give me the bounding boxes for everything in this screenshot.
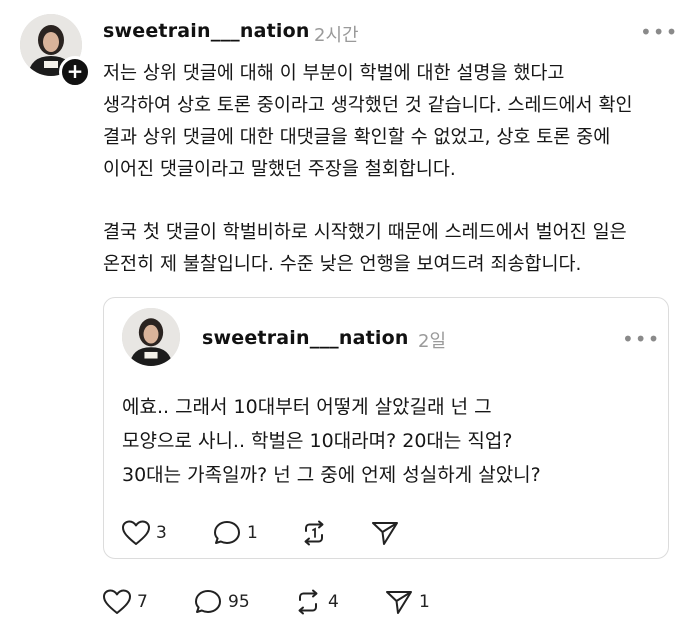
- quoted-avatar[interactable]: [122, 308, 180, 366]
- like-button[interactable]: 7: [103, 589, 148, 615]
- repost-icon: [294, 589, 322, 615]
- quoted-repost-button[interactable]: [300, 520, 328, 546]
- send-icon: [385, 589, 413, 615]
- more-dots-icon[interactable]: •••: [640, 20, 678, 44]
- send-icon: [371, 520, 399, 546]
- repost-count: 4: [328, 592, 339, 612]
- post-timestamp: 2시간: [314, 25, 359, 46]
- post-paragraph-2: 결국 첫 댓글이 학벌비하로 시작했기 때문에 스레드에서 벌어진 일은 온전히…: [103, 222, 627, 275]
- follow-plus-icon[interactable]: +: [59, 56, 91, 88]
- heart-icon: [122, 520, 150, 546]
- quoted-timestamp: 2일: [418, 331, 447, 352]
- quoted-username[interactable]: sweetrain___nation: [202, 327, 409, 349]
- quoted-comment-button[interactable]: 1: [213, 520, 258, 546]
- comment-bubble-icon: [213, 520, 241, 546]
- repost-button[interactable]: 4: [294, 589, 339, 615]
- comment-button[interactable]: 95: [194, 589, 250, 615]
- repost-icon: [300, 520, 328, 546]
- quoted-like-count: 3: [156, 523, 167, 543]
- post-username[interactable]: sweetrain___nation: [103, 20, 310, 42]
- heart-icon: [103, 589, 131, 615]
- quoted-share-button[interactable]: [371, 520, 399, 546]
- comment-count: 95: [228, 592, 250, 612]
- comment-bubble-icon: [194, 589, 222, 615]
- quoted-like-button[interactable]: 3: [122, 520, 167, 546]
- post-paragraph-1: 저는 상위 댓글에 대해 이 부분이 학벌에 대한 설명을 했다고 생각하여 상…: [103, 63, 633, 180]
- quoted-comment-count: 1: [247, 523, 258, 543]
- quoted-text: 에효.. 그래서 10대부터 어떻게 살았길래 넌 그 모양으로 사니.. 학벌…: [122, 396, 541, 486]
- share-count: 1: [419, 592, 430, 612]
- quoted-post-card[interactable]: sweetrain___nation 2일 ••• 에효.. 그래서 10대부터…: [103, 297, 669, 559]
- quoted-more-dots-icon[interactable]: •••: [622, 327, 660, 351]
- share-button[interactable]: 1: [385, 589, 430, 615]
- like-count: 7: [137, 592, 148, 612]
